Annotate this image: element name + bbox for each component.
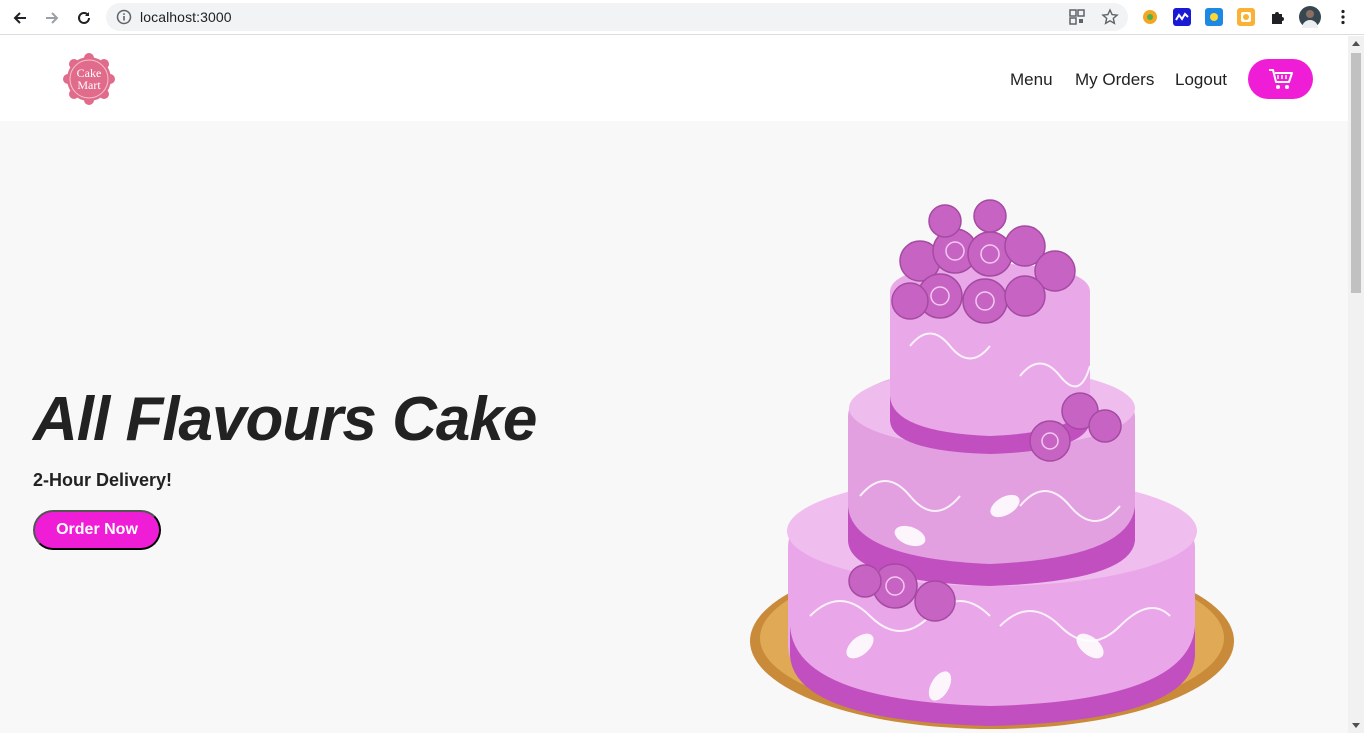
vertical-scrollbar[interactable] [1348,36,1364,733]
nav-link-logout[interactable]: Logout [1175,70,1227,90]
cart-button[interactable] [1248,59,1313,99]
nav-link-my-orders[interactable]: My Orders [1075,70,1154,90]
extension-2-icon[interactable] [1173,8,1191,26]
forward-icon[interactable] [40,6,64,30]
extension-3-icon[interactable] [1205,8,1223,26]
extensions-puzzle-icon[interactable] [1269,8,1287,26]
order-now-button[interactable]: Order Now [33,510,161,550]
more-menu-icon[interactable] [1334,8,1352,26]
extension-1-icon[interactable] [1141,8,1159,26]
top-navbar: Cake Mart Menu My Orders Logout [0,36,1348,121]
extension-4-icon[interactable] [1237,8,1255,26]
cart-icon [1268,69,1293,89]
scrollbar-thumb[interactable] [1351,53,1361,293]
profile-avatar[interactable] [1299,6,1321,28]
back-icon[interactable] [8,6,32,30]
nav-link-menu[interactable]: Menu [1010,70,1053,90]
logo-text-mart: Mart [77,78,101,92]
page: Cake Mart Menu My Orders Logout All Flav… [0,36,1348,733]
url-text: localhost:3000 [140,9,232,25]
hero-title: All Flavours Cake [33,385,537,454]
reload-icon[interactable] [72,6,96,30]
qr-code-icon[interactable] [1068,8,1086,26]
bookmark-star-icon[interactable] [1101,8,1119,26]
scroll-down-icon[interactable] [1352,723,1360,728]
info-icon[interactable] [116,9,132,25]
cake-image [750,199,1234,729]
logo[interactable]: Cake Mart [61,52,117,106]
browser-toolbar: localhost:3000 [0,0,1364,35]
hero-subtitle: 2-Hour Delivery! [33,470,173,490]
address-bar[interactable]: localhost:3000 [106,3,1128,31]
scroll-up-icon[interactable] [1352,41,1360,46]
